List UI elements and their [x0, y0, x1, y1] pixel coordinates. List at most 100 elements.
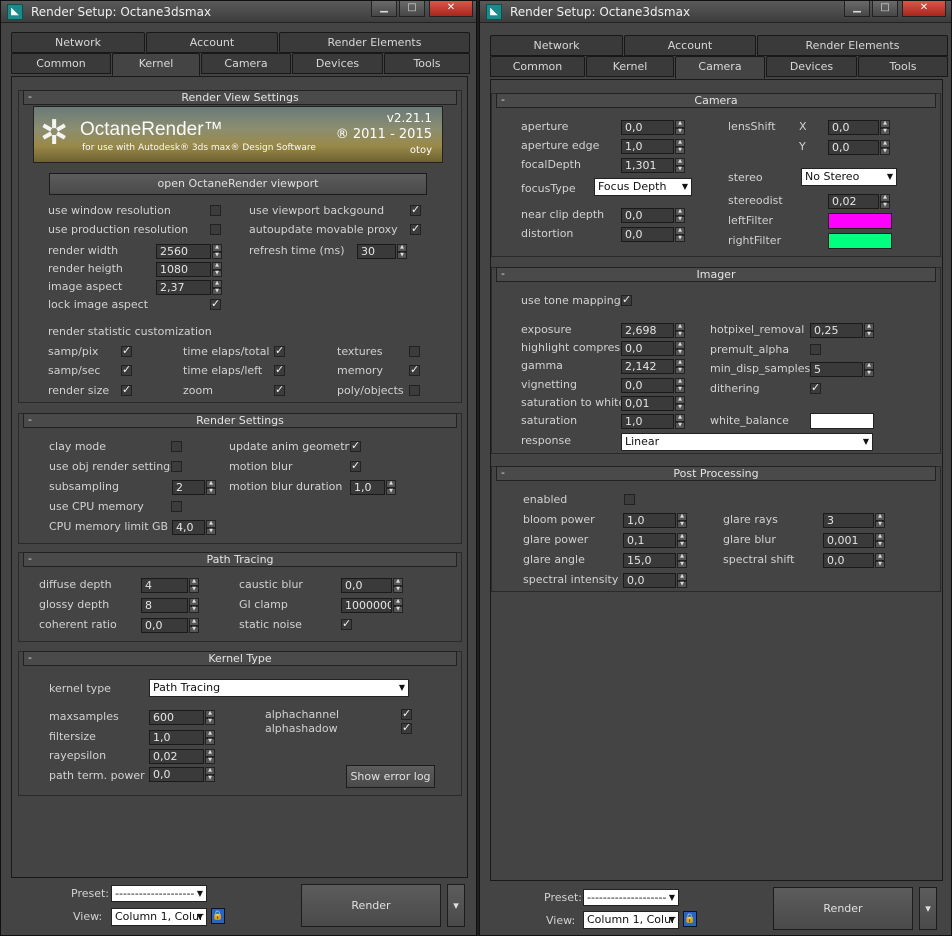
update-anim-geometry-checkbox[interactable] — [350, 439, 361, 452]
tab-tools[interactable]: Tools — [384, 53, 470, 74]
path-term-power-spinner[interactable]: 0,0 ▲ ▼ — [149, 767, 215, 782]
focal-depth-spinner[interactable]: 1,301 ▲ ▼ — [621, 158, 685, 173]
tab-kernel[interactable]: Kernel — [112, 53, 200, 76]
tab-devices[interactable]: Devices — [766, 56, 857, 77]
maximize-button[interactable]: □ — [872, 1, 898, 17]
white-balance-color-swatch[interactable] — [810, 413, 874, 429]
refresh-time-spinner[interactable]: 30 ▲ ▼ — [357, 244, 407, 259]
textures-checkbox[interactable] — [409, 346, 420, 357]
hotpixel-removal-spinner[interactable]: 0,25 ▲ ▼ — [810, 323, 874, 338]
samp-pix-checkbox[interactable] — [121, 344, 132, 357]
preset-select[interactable]: -------------------- ▼ — [583, 889, 679, 906]
poly-objects-checkbox[interactable] — [409, 385, 420, 396]
saturation-to-white-spinner[interactable]: 0,01 ▲ ▼ — [621, 396, 685, 411]
tab-account[interactable]: Account — [146, 32, 278, 53]
title-bar[interactable]: ◣ Render Setup: Octane3dsmax ▁ □ ✕ — [480, 1, 951, 23]
zoom-checkbox[interactable] — [274, 383, 285, 396]
rayepsilon-spinner[interactable]: 0,02 ▲ ▼ — [149, 749, 215, 764]
exposure-spinner[interactable]: 2,698 ▲ ▼ — [621, 323, 685, 338]
title-bar[interactable]: ◣ Render Setup: Octane3dsmax ▁ □ ✕ — [1, 1, 476, 23]
tab-render-elements[interactable]: Render Elements — [279, 32, 470, 53]
render-button[interactable]: Render — [301, 884, 441, 927]
rollout-header[interactable]: - Camera — [496, 93, 936, 108]
response-select[interactable]: Linear ▼ — [621, 433, 873, 451]
render-size-checkbox[interactable] — [121, 383, 132, 396]
tab-camera[interactable]: Camera — [201, 53, 291, 74]
samp-sec-checkbox[interactable] — [121, 363, 132, 376]
glare-power-spinner[interactable]: 0,1 ▲ ▼ — [623, 533, 687, 548]
post-enabled-checkbox[interactable] — [624, 494, 635, 505]
render-width-spinner[interactable]: 2560 ▲ ▼ — [156, 244, 222, 259]
distortion-spinner[interactable]: 0,0 ▲ ▼ — [621, 227, 685, 242]
rollout-header[interactable]: - Render View Settings — [23, 90, 457, 105]
subsampling-spinner[interactable]: 2 ▲ ▼ — [172, 480, 216, 495]
use-cpu-memory-checkbox[interactable] — [171, 501, 182, 512]
minimize-button[interactable]: ▁ — [371, 1, 397, 17]
glare-rays-spinner[interactable]: 3 ▲ ▼ — [823, 513, 885, 528]
tone-mapping-checkbox[interactable] — [621, 293, 632, 306]
stereodist-spinner[interactable]: 0,02 ▲ ▼ — [828, 194, 890, 209]
dithering-checkbox[interactable] — [810, 381, 821, 394]
autoupdate-proxy-checkbox[interactable] — [410, 222, 421, 235]
glossy-depth-spinner[interactable]: 8 ▲ ▼ — [141, 598, 199, 613]
alphashadow-checkbox[interactable] — [401, 721, 412, 734]
memory-checkbox[interactable] — [409, 363, 420, 376]
highlight-compress-spinner[interactable]: 0,0 ▲ ▼ — [621, 341, 685, 356]
obj-render-settings-checkbox[interactable] — [171, 461, 182, 472]
tab-render-elements[interactable]: Render Elements — [757, 35, 948, 56]
tab-account[interactable]: Account — [624, 35, 756, 56]
motion-blur-checkbox[interactable] — [350, 459, 361, 472]
focus-type-select[interactable]: Focus Depth ▼ — [594, 178, 692, 196]
static-noise-checkbox[interactable] — [341, 617, 352, 630]
tab-devices[interactable]: Devices — [292, 53, 383, 74]
render-dropdown-button[interactable]: ▾ — [447, 884, 465, 927]
tab-camera[interactable]: Camera — [675, 56, 765, 79]
saturation-spinner[interactable]: 1,0 ▲ ▼ — [621, 414, 685, 429]
rollout-header[interactable]: - Imager — [496, 267, 936, 282]
filtersize-spinner[interactable]: 1,0 ▲ ▼ — [149, 730, 215, 745]
lock-icon[interactable]: 🔒 — [211, 908, 225, 924]
close-button[interactable]: ✕ — [429, 1, 473, 17]
tab-kernel[interactable]: Kernel — [586, 56, 674, 77]
show-error-log-button[interactable]: Show error log — [346, 765, 435, 788]
alphachannel-checkbox[interactable] — [401, 707, 412, 720]
close-button[interactable]: ✕ — [902, 1, 946, 17]
tab-common[interactable]: Common — [11, 53, 111, 74]
minimize-button[interactable]: ▁ — [844, 1, 870, 17]
tab-common[interactable]: Common — [490, 56, 585, 77]
diffuse-depth-spinner[interactable]: 4 ▲ ▼ — [141, 578, 199, 593]
render-button[interactable]: Render — [773, 887, 913, 930]
rollout-header[interactable]: - Path Tracing — [23, 552, 457, 567]
caustic-blur-spinner[interactable]: 0,0 ▲ ▼ — [341, 578, 403, 593]
left-filter-color-swatch[interactable] — [828, 213, 892, 229]
premult-alpha-checkbox[interactable] — [810, 344, 821, 355]
cpu-memory-limit-spinner[interactable]: 4,0 ▲ ▼ — [172, 520, 216, 535]
view-select[interactable]: Column 1, Colur ▼ — [111, 908, 207, 926]
clay-mode-checkbox[interactable] — [171, 441, 182, 452]
use-production-resolution-checkbox[interactable] — [210, 224, 221, 235]
rollout-header[interactable]: - Post Processing — [496, 466, 936, 481]
use-viewport-background-checkbox[interactable] — [410, 203, 421, 216]
rollout-header[interactable]: - Kernel Type — [23, 651, 457, 666]
glare-angle-spinner[interactable]: 15,0 ▲ ▼ — [623, 553, 687, 568]
preset-select[interactable]: -------------------- ▼ — [111, 885, 207, 902]
aperture-spinner[interactable]: 0,0 ▲ ▼ — [621, 120, 685, 135]
gamma-spinner[interactable]: 2,142 ▲ ▼ — [621, 359, 685, 374]
maximize-button[interactable]: □ — [399, 1, 425, 17]
image-aspect-spinner[interactable]: 2,37 ▲ ▼ — [156, 280, 222, 295]
use-window-resolution-checkbox[interactable] — [210, 205, 221, 216]
render-dropdown-button[interactable]: ▾ — [919, 887, 937, 930]
motion-blur-duration-spinner[interactable]: 1,0 ▲ ▼ — [350, 480, 396, 495]
render-height-spinner[interactable]: 1080 ▲ ▼ — [156, 262, 222, 277]
view-select[interactable]: Column 1, Colur ▼ — [583, 911, 679, 929]
tab-tools[interactable]: Tools — [858, 56, 948, 77]
aperture-edge-spinner[interactable]: 1,0 ▲ ▼ — [621, 139, 685, 154]
kernel-type-select[interactable]: Path Tracing ▼ — [149, 679, 409, 697]
lens-shift-y-spinner[interactable]: 0,0 ▲ ▼ — [828, 140, 890, 155]
min-disp-samples-spinner[interactable]: 5 ▲ ▼ — [810, 362, 874, 377]
glare-blur-spinner[interactable]: 0,001 ▲ ▼ — [823, 533, 885, 548]
open-viewport-button[interactable]: open OctaneRender viewport — [49, 173, 427, 195]
gi-clamp-spinner[interactable]: 1000000,▲▼ — [341, 598, 403, 613]
time-left-checkbox[interactable] — [274, 363, 285, 376]
spectral-intensity-spinner[interactable]: 0,0 ▲ ▼ — [623, 573, 687, 588]
